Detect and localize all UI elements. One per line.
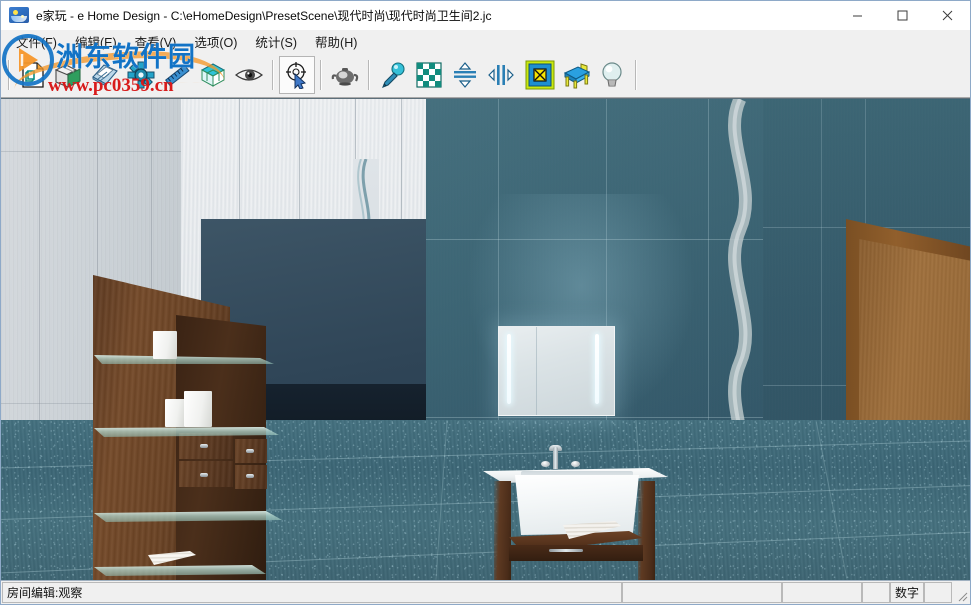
furniture-table-icon[interactable]: [558, 56, 594, 94]
select-target-cursor-icon[interactable]: [279, 56, 315, 94]
main-toolbar: [1, 53, 970, 98]
toolbar-separator: [320, 60, 322, 90]
decor-box-2: [184, 391, 212, 427]
resize-grip[interactable]: [952, 581, 970, 604]
window-controls: [835, 1, 970, 30]
toolbar-separator: [368, 60, 370, 90]
vanity-leg-left: [494, 481, 511, 580]
minimize-icon[interactable]: [835, 1, 880, 30]
open-folder-icon[interactable]: [51, 56, 87, 94]
mirror-cabinet: [498, 326, 615, 416]
drawer-knob-1: [200, 444, 208, 448]
decor-cup-top: [153, 331, 177, 359]
3d-scene-viewport[interactable]: [1, 98, 970, 580]
status-pane-numlock: 数字: [890, 582, 924, 603]
menu-view[interactable]: 查看(V): [126, 30, 186, 53]
menu-help[interactable]: 帮助(H): [306, 30, 366, 53]
status-pane-1: [622, 582, 782, 603]
rendered-bathroom-scene: [1, 99, 970, 580]
status-pane-5: [924, 582, 952, 603]
settings-gear-icon[interactable]: [123, 56, 159, 94]
menu-options[interactable]: 选项(O): [185, 30, 246, 53]
checker-texture-icon[interactable]: [411, 56, 447, 94]
material-swatch-icon[interactable]: [522, 56, 558, 94]
application-window: e家玩 - e Home Design - C:\eHomeDesign\Pre…: [0, 0, 971, 605]
menu-statistics[interactable]: 统计(S): [246, 30, 306, 53]
save-floppy-icon[interactable]: [87, 56, 123, 94]
vanity-leg-right: [638, 481, 655, 580]
status-bar: 房间编辑:观察 数字: [1, 580, 970, 604]
lightbulb-icon[interactable]: [594, 56, 630, 94]
status-pane-2: [782, 582, 862, 603]
room-3d-icon[interactable]: [195, 56, 231, 94]
faucet-handle-left: [541, 461, 550, 467]
drawer-knob-3: [246, 449, 254, 453]
toolbar-separator: [8, 60, 10, 90]
toolbar-separator: [635, 60, 637, 90]
color-picker-icon[interactable]: [375, 56, 411, 94]
decor-box-1: [165, 399, 185, 427]
vanity-shelf-face: [509, 545, 643, 561]
eye-view-icon[interactable]: [231, 56, 267, 94]
teapot-render-icon[interactable]: [327, 56, 363, 94]
title-bar: e家玩 - e Home Design - C:\eHomeDesign\Pre…: [1, 1, 970, 30]
toolbar-separator: [272, 60, 274, 90]
menu-bar: 文件(F) 编辑(E) 查看(V) 选项(O) 统计(S) 帮助(H): [1, 30, 970, 53]
align-vertical-icon[interactable]: [447, 56, 483, 94]
menu-edit[interactable]: 编辑(E): [66, 30, 126, 53]
status-message: 房间编辑:观察: [2, 582, 622, 603]
vanity-drawer-pull: [549, 549, 583, 552]
align-horizontal-icon[interactable]: [483, 56, 519, 94]
drawer-knob-2: [200, 473, 208, 477]
ruler-measure-icon[interactable]: [159, 56, 195, 94]
window-title: e家玩 - e Home Design - C:\eHomeDesign\Pre…: [36, 9, 492, 23]
faucet: [553, 447, 558, 469]
new-document-icon[interactable]: [15, 56, 51, 94]
app-logo-icon: [9, 6, 31, 25]
menu-file[interactable]: 文件(F): [7, 30, 66, 53]
maximize-icon[interactable]: [880, 1, 925, 30]
status-pane-3: [862, 582, 890, 603]
drawer-knob-4: [246, 474, 254, 478]
close-icon[interactable]: [925, 1, 970, 30]
faucet-handle-right: [571, 461, 580, 467]
